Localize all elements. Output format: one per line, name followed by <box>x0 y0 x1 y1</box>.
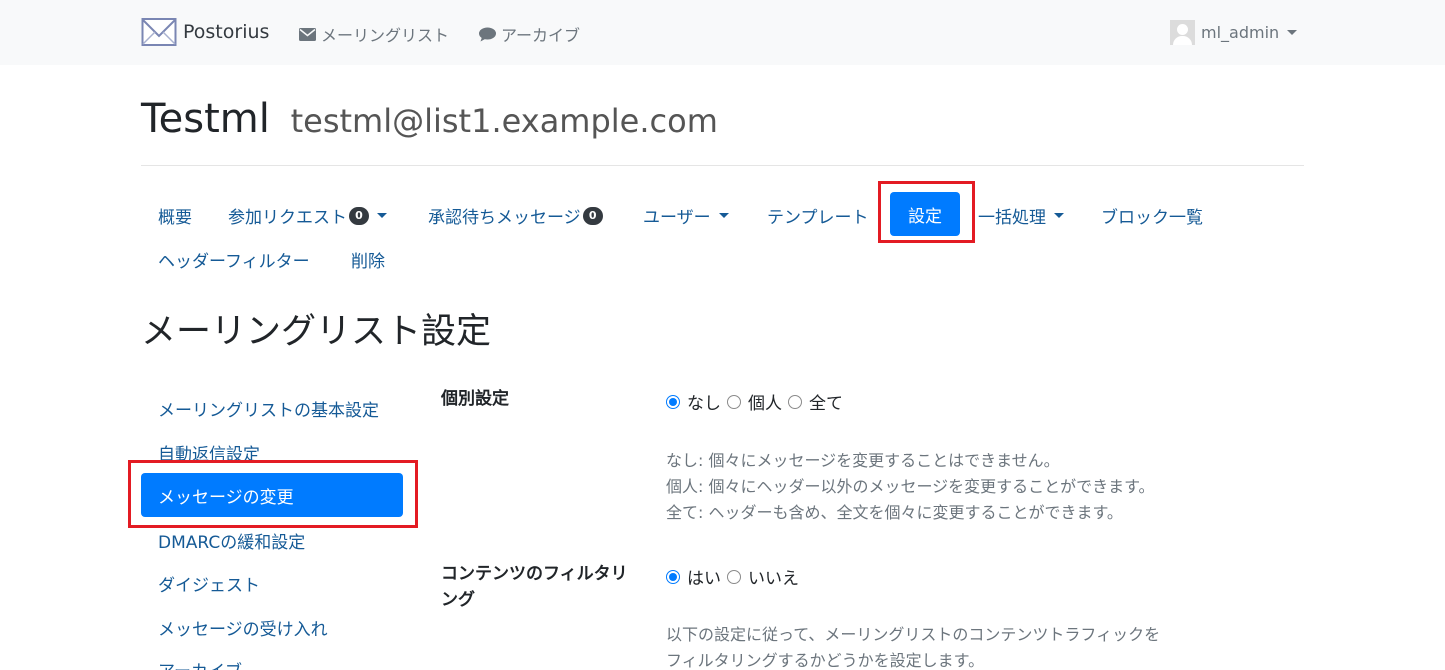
list-address: testml@list1.example.com <box>290 102 718 140</box>
username: ml_admin <box>1201 23 1280 42</box>
help-line: なし: 個々にメッセージを変更することはできません。 <box>666 451 1060 470</box>
nav-mailing-lists-label: メーリングリスト <box>321 26 450 45</box>
tab-settings[interactable]: 設定 <box>890 192 960 236</box>
nav-archives-label: アーカイブ <box>501 26 581 45</box>
radio-filter-content-yes[interactable] <box>666 569 680 584</box>
caret-down-icon <box>718 213 729 218</box>
radio-personalize-individual[interactable] <box>727 394 741 409</box>
avatar <box>1170 20 1195 45</box>
tab-header-filters[interactable]: ヘッダーフィルター <box>158 247 310 272</box>
side-menu-item-automatic-responses[interactable]: 自動返信設定 <box>158 440 260 465</box>
caret-down-icon <box>1054 213 1064 218</box>
tab-users-label: ユーザー <box>643 208 711 228</box>
radio-personalize-individual-label[interactable]: 個人 <box>748 389 782 414</box>
filter-content-help-text: 以下の設定に従って、メーリングリストのコンテンツトラフィックを フィルタリングす… <box>666 622 1160 670</box>
tab-ban-list[interactable]: ブロック一覧 <box>1101 203 1203 228</box>
brand-link[interactable]: Postorius <box>141 17 269 47</box>
caret-down-icon <box>377 213 387 218</box>
radio-filter-content-no[interactable] <box>727 569 741 584</box>
top-navbar: Postorius メーリングリスト アーカイブ ml_admin <box>0 0 1445 65</box>
page-title: メーリングリスト設定 <box>141 312 492 352</box>
comment-icon <box>479 27 496 41</box>
tab-templates[interactable]: テンプレート <box>767 203 869 228</box>
divider <box>141 165 1304 166</box>
side-menu-item-alter-messages-label: メッセージの変更 <box>158 487 294 508</box>
filter-content-label: コンテンツのフィルタリング <box>441 564 628 610</box>
tab-summary-label: 概要 <box>158 208 192 228</box>
held-count-badge: 0 <box>582 206 603 225</box>
help-line: 個人: 個々にヘッダー以外のメッセージを変更することができます。 <box>666 477 1155 496</box>
radio-personalize-full-label[interactable]: 全て <box>809 389 843 414</box>
user-menu-dropdown[interactable]: ml_admin <box>1170 20 1298 45</box>
brand-name: Postorius <box>183 21 270 43</box>
tab-delete-label: 削除 <box>351 252 385 272</box>
tab-mass-operations[interactable]: 一括処理 <box>978 203 1064 228</box>
list-header: Testml testml@list1.example.com <box>141 96 718 142</box>
tab-subscription-requests[interactable]: 参加リクエスト 0 <box>228 203 387 228</box>
tab-mass-operations-label: 一括処理 <box>978 208 1046 228</box>
radio-filter-content-yes-label[interactable]: はい <box>687 564 721 589</box>
help-line: 全て: ヘッダーも含め、全文を個々に変更することができます。 <box>666 503 1123 522</box>
radio-filter-content-no-label[interactable]: いいえ <box>748 564 799 589</box>
tab-ban-list-label: ブロック一覧 <box>1101 208 1203 228</box>
envelope-icon <box>299 27 316 41</box>
side-menu-item-digest[interactable]: ダイジェスト <box>158 571 260 596</box>
tab-subscription-requests-label: 参加リクエスト <box>228 208 347 228</box>
tab-users[interactable]: ユーザー <box>643 203 729 228</box>
nav-mailing-lists[interactable]: メーリングリスト <box>299 22 449 46</box>
filter-content-radio-group: はい いいえ <box>666 564 805 589</box>
tab-settings-label: 設定 <box>908 206 942 227</box>
radio-personalize-none-label[interactable]: なし <box>687 389 721 414</box>
side-menu-item-message-acceptance[interactable]: メッセージの受け入れ <box>158 615 328 640</box>
side-menu-item-alter-messages[interactable]: メッセージの変更 <box>141 473 403 517</box>
help-line: フィルタリングするかどうかを設定します。 <box>666 651 985 670</box>
tab-delete[interactable]: 削除 <box>351 247 385 272</box>
envelope-logo-icon <box>141 18 177 46</box>
personalize-label: 個別設定 <box>441 389 509 409</box>
tab-held-messages[interactable]: 承認待ちメッセージ 0 <box>428 203 603 228</box>
radio-personalize-full[interactable] <box>788 394 802 409</box>
side-menu-item-dmarc-mitigations[interactable]: DMARCの緩和設定 <box>158 528 305 553</box>
help-line: 以下の設定に従って、メーリングリストのコンテンツトラフィックを <box>666 625 1161 644</box>
tab-header-filters-label: ヘッダーフィルター <box>158 252 310 272</box>
caret-down-icon <box>1287 30 1298 35</box>
personalize-help-text: なし: 個々にメッセージを変更することはできません。 個人: 個々にヘッダー以外… <box>666 448 1155 526</box>
nav-archives[interactable]: アーカイブ <box>479 22 580 46</box>
pending-count-badge: 0 <box>349 206 369 225</box>
personalize-radio-group: なし 個人 全て <box>666 389 849 414</box>
side-menu-item-archives[interactable]: アーカイブ <box>158 657 242 670</box>
side-menu-item-list-identity[interactable]: メーリングリストの基本設定 <box>158 396 379 421</box>
radio-personalize-none[interactable] <box>666 394 680 409</box>
tab-templates-label: テンプレート <box>767 208 869 228</box>
list-name: Testml <box>141 96 270 142</box>
tab-held-messages-label: 承認待ちメッセージ <box>428 208 581 228</box>
tab-summary[interactable]: 概要 <box>158 203 192 228</box>
